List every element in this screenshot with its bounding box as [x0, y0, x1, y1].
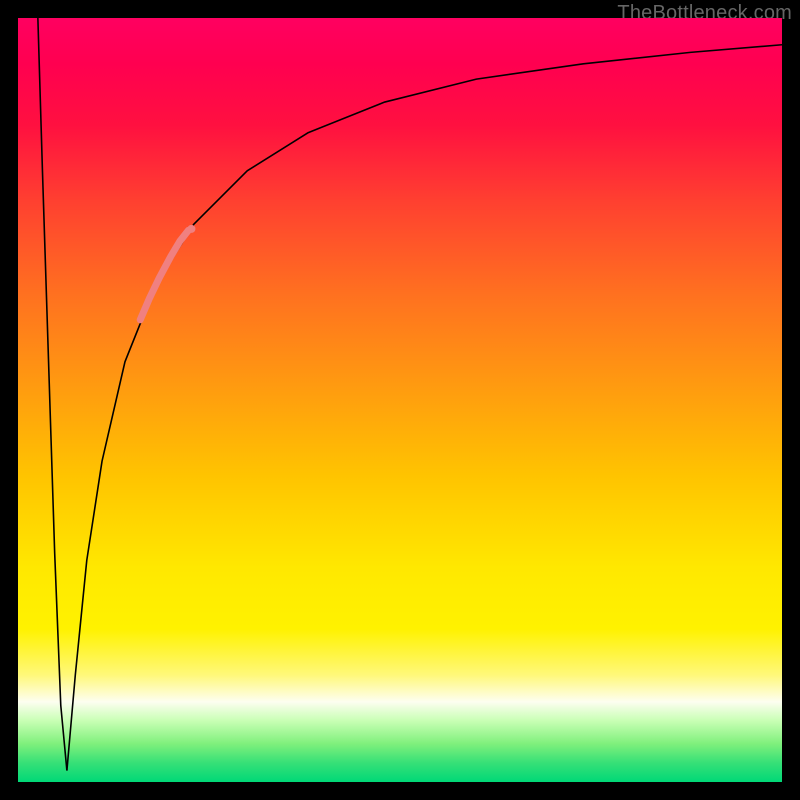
chart-container: TheBottleneck.com — [0, 0, 800, 800]
plot-area — [18, 18, 782, 782]
descending-branch — [38, 18, 67, 771]
ascending-curve — [67, 45, 782, 771]
chart-svg — [18, 18, 782, 782]
highlight-segment — [140, 230, 188, 319]
highlight-end-dot — [187, 225, 195, 233]
